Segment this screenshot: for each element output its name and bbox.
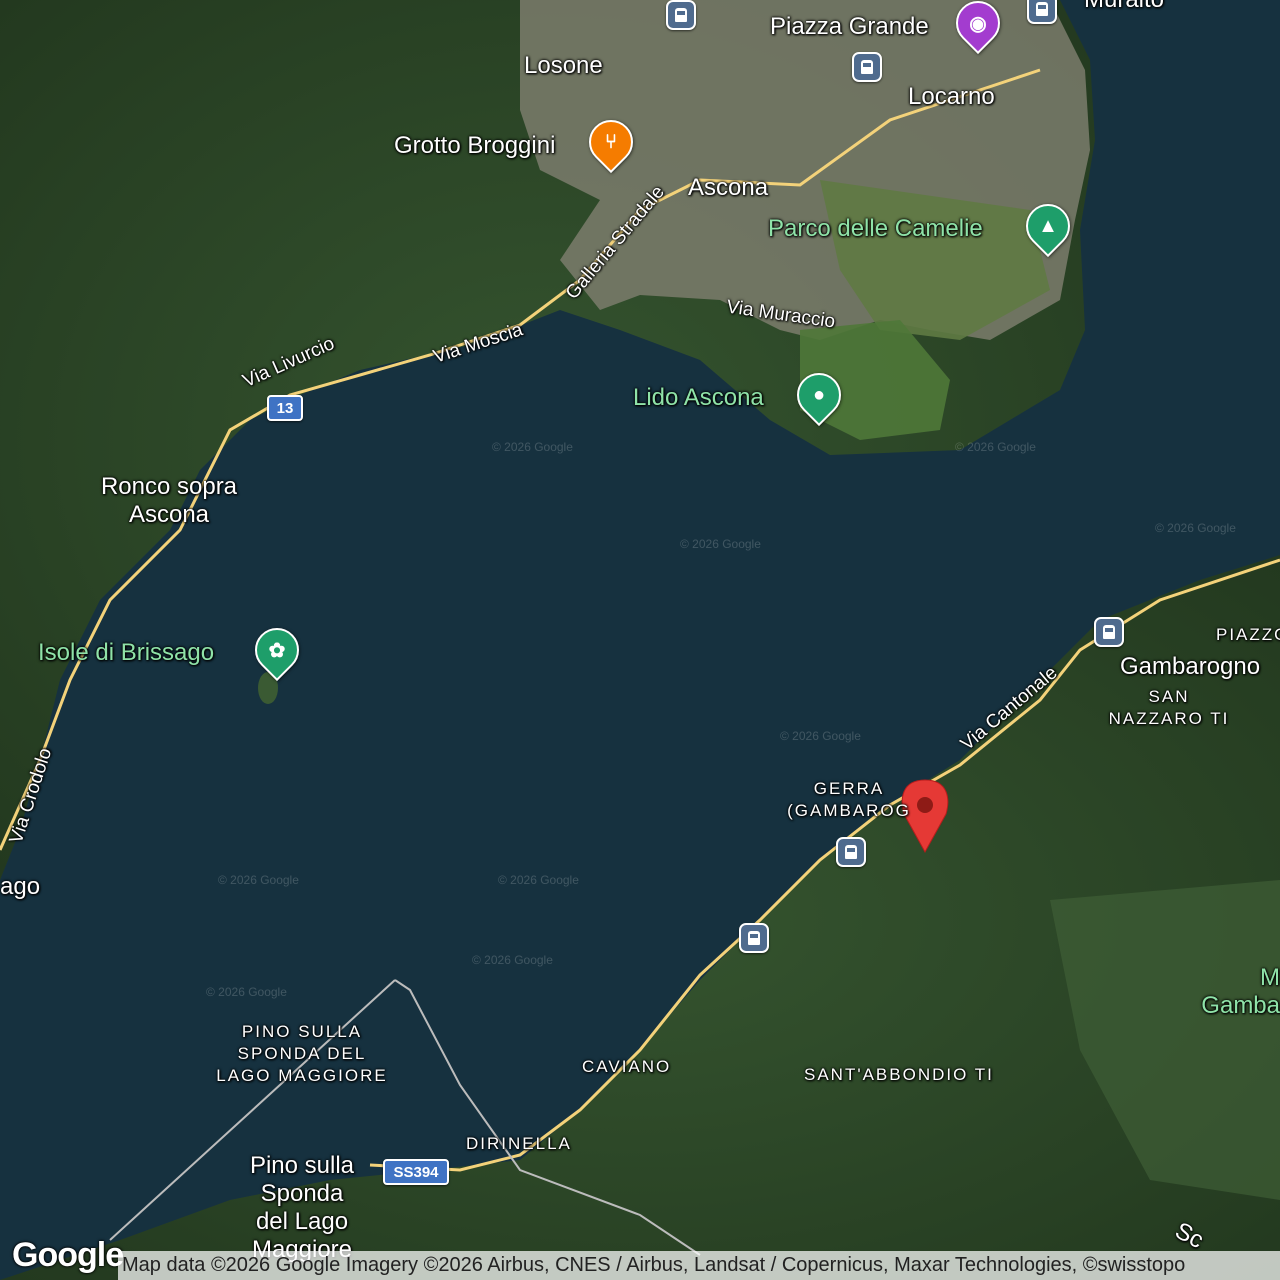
google-logo: Google (12, 1236, 124, 1274)
map-attribution: Map data ©2026 Google Imagery ©2026 Airb… (118, 1251, 1280, 1280)
place-gambarogno-partial[interactable]: M Gamba (1190, 964, 1280, 1020)
place-pino-caps[interactable]: PINO SULLA SPONDA DEL LAGO MAGGIORE (196, 1021, 408, 1087)
watermark: © 2026 Google (472, 953, 553, 967)
tree-glyph: ▲ (1038, 214, 1058, 237)
poi-isole-di-brissago[interactable]: Isole di Brissago (38, 639, 214, 667)
train-icon[interactable] (852, 52, 882, 82)
fork-knife-glyph: ⑂ (605, 130, 617, 153)
lido-glyph: ● (812, 383, 826, 406)
route-13-shield[interactable]: 13 (267, 395, 303, 421)
place-ronco-sopra-ascona[interactable]: Ronco sopra Ascona (86, 473, 252, 529)
watermark: © 2026 Google (492, 440, 573, 454)
poi-piazza-grande[interactable]: Piazza Grande (770, 13, 929, 41)
watermark: © 2026 Google (218, 873, 299, 887)
place-gambarogno[interactable]: Gambarogno (1120, 653, 1260, 681)
place-muralto[interactable]: Muralto (1084, 0, 1164, 14)
camera-glyph: ◉ (969, 12, 987, 35)
place-piazzogna[interactable]: PIAZZO (1216, 624, 1280, 646)
train-icon[interactable] (836, 837, 866, 867)
poi-lido-ascona[interactable]: Lido Ascona (633, 384, 764, 412)
place-brissago[interactable]: ago (0, 873, 40, 901)
place-ascona[interactable]: Ascona (688, 174, 768, 202)
place-locarno[interactable]: Locarno (908, 83, 995, 111)
place-pino-sulla-sponda[interactable]: Pino sulla Sponda del Lago Maggiore (226, 1152, 378, 1264)
watermark: © 2026 Google (780, 729, 861, 743)
place-dirinella[interactable]: DIRINELLA (466, 1133, 572, 1155)
watermark: © 2026 Google (955, 440, 1036, 454)
train-icon[interactable] (1027, 0, 1057, 24)
watermark: © 2026 Google (680, 537, 761, 551)
place-san-nazzaro[interactable]: SAN NAZZARO TI (1106, 686, 1232, 730)
watermark: © 2026 Google (498, 873, 579, 887)
watermark: © 2026 Google (1155, 521, 1236, 535)
place-sant-abbondio[interactable]: SANT'ABBONDIO TI (804, 1064, 994, 1086)
poi-parco-delle-camelie[interactable]: Parco delle Camelie (768, 215, 983, 243)
place-caviano[interactable]: CAVIANO (582, 1056, 671, 1078)
watermark: © 2026 Google (206, 985, 287, 999)
train-icon[interactable] (1094, 617, 1124, 647)
train-icon[interactable] (666, 0, 696, 30)
place-gerra[interactable]: GERRA (GAMBAROG (784, 778, 914, 822)
train-icon[interactable] (739, 923, 769, 953)
flower-glyph: ✿ (268, 639, 286, 662)
place-losone[interactable]: Losone (524, 52, 603, 80)
poi-grotto-broggini[interactable]: Grotto Broggini (394, 132, 555, 160)
route-ss394-shield[interactable]: SS394 (383, 1159, 449, 1185)
